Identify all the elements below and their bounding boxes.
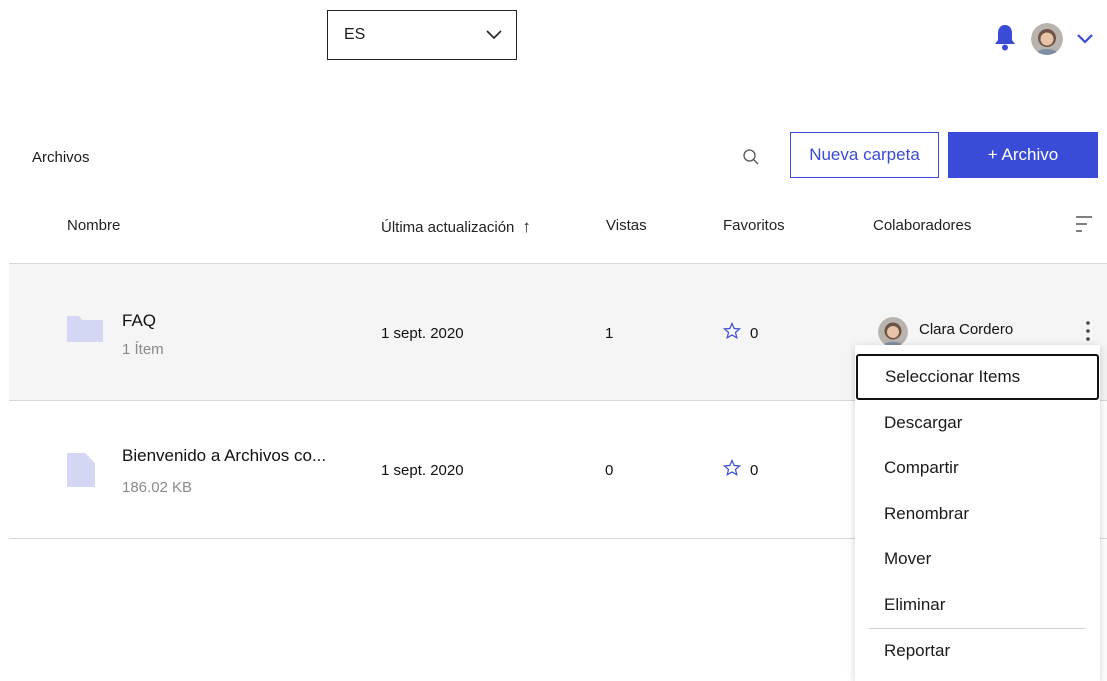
star-icon[interactable] [723,459,741,477]
folder-icon [67,316,103,342]
language-select[interactable]: ES [327,10,517,60]
row-subtitle: 1 Ítem [122,341,164,358]
star-icon[interactable] [723,322,741,340]
menu-item-select-items[interactable]: Seleccionar Items [856,354,1099,400]
new-folder-button[interactable]: Nueva carpeta [790,132,939,178]
user-avatar[interactable] [1031,23,1063,55]
menu-item-delete[interactable]: Eliminar [855,582,1100,628]
menu-item-move[interactable]: Mover [855,536,1100,582]
language-select-value: ES [344,26,366,43]
row-views: 0 [605,462,614,479]
account-chevron-icon[interactable] [1076,33,1094,45]
row-name[interactable]: Bienvenido a Archivos co... [122,446,326,466]
menu-item-report[interactable]: Reportar [855,628,1100,674]
row-updated: 1 sept. 2020 [381,325,464,342]
menu-item-download[interactable]: Descargar [855,400,1100,446]
column-header-collaborators[interactable]: Colaboradores [873,217,971,234]
column-header-views[interactable]: Vistas [606,217,647,234]
collaborator-name: Clara Cordero [919,321,1014,338]
column-header-updated-label: Última actualización [381,218,515,236]
row-favorites: 0 [750,462,759,479]
add-file-button[interactable]: + Archivo [948,132,1098,178]
row-name[interactable]: FAQ [122,311,156,331]
column-header-name[interactable]: Nombre [67,217,120,234]
sort-options-icon[interactable] [1074,213,1094,235]
search-icon[interactable] [742,148,760,166]
row-views: 1 [605,325,614,342]
file-icon [67,453,95,487]
column-header-favorites[interactable]: Favoritos [723,217,785,234]
row-updated: 1 sept. 2020 [381,462,464,479]
chevron-down-icon [486,30,502,40]
sort-arrow-icon: ↑ [522,217,531,236]
menu-item-share[interactable]: Compartir [855,445,1100,491]
row-subtitle: 186.02 KB [122,479,193,496]
bell-icon[interactable] [993,23,1017,51]
column-header-updated[interactable]: Última actualización ↑ [381,217,531,237]
row-favorites: 0 [750,325,759,342]
menu-item-rename[interactable]: Renombrar [855,491,1100,537]
more-options-icon[interactable] [1085,320,1091,342]
collaborator-avatar [878,317,908,347]
page-title: Archivos [32,149,90,166]
row-context-menu: Seleccionar Items Descargar Compartir Re… [855,345,1100,681]
